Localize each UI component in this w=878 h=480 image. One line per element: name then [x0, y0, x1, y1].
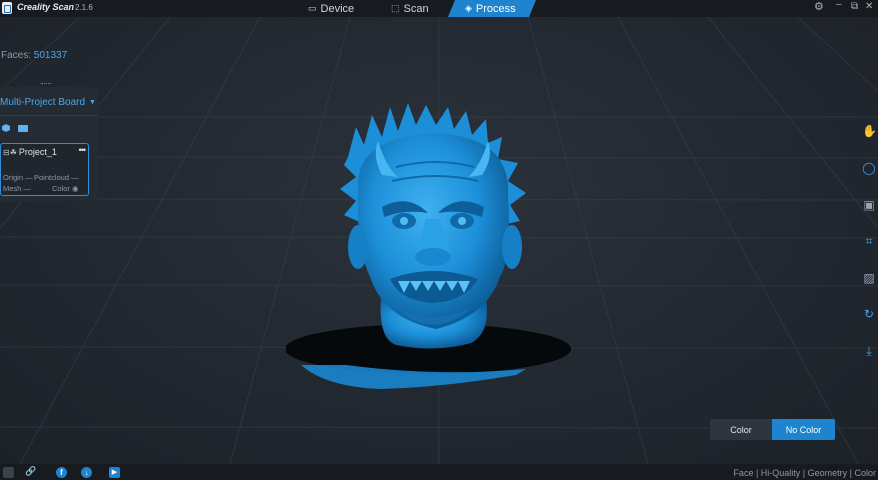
cube-icon[interactable] — [1, 123, 11, 133]
tab-process-label: Process — [475, 2, 516, 15]
faces-label: Faces: — [1, 50, 32, 61]
hand-select-icon[interactable]: ✋ — [862, 124, 877, 138]
tag-mesh[interactable]: Mesh — — [3, 184, 31, 193]
tag-pointcloud[interactable]: Pointcloud — — [34, 173, 79, 182]
maximize-icon[interactable]: ⧉ — [851, 1, 858, 12]
refresh-icon[interactable]: ↻ — [862, 307, 876, 321]
grid-line — [0, 17, 81, 93]
project-type-icon: ⊟☘ — [3, 147, 17, 157]
video-icon[interactable]: ▶ — [109, 467, 120, 478]
more-icon[interactable]: ••• — [79, 145, 87, 155]
scan-icon: ⬚ — [391, 3, 400, 13]
close-icon[interactable]: ✕ — [865, 1, 873, 12]
caret-down-icon: ▼ — [89, 98, 96, 106]
nostrils — [415, 248, 451, 266]
grid-line — [707, 17, 878, 229]
app-title: Creality Scan — [17, 2, 75, 12]
grid-line — [617, 17, 859, 464]
faces-count: Faces: 501337 — [1, 50, 67, 61]
device-icon: ▭ — [308, 3, 317, 13]
tag-origin[interactable]: Origin — — [3, 173, 33, 182]
link-icon[interactable]: 🔗 — [25, 466, 36, 477]
minimize-icon[interactable]: – — [836, 0, 842, 10]
scanned-mesh-model[interactable] — [286, 97, 596, 397]
export-icon[interactable]: ⤓ — [862, 344, 876, 358]
left-ear — [348, 225, 368, 269]
texture-icon[interactable]: ▣ — [862, 198, 876, 212]
faces-value: 501337 — [33, 50, 68, 61]
panel-toggle-icon[interactable] — [3, 467, 14, 478]
layers-icon: ◈ — [465, 3, 472, 13]
project-card[interactable]: ⊟☘ Project_1 ••• Origin — Pointcloud — M… — [0, 143, 89, 196]
multi-project-board: Multi-Project Board ▼ ⊟☘ Project_1 ••• O… — [0, 87, 98, 201]
image-icon[interactable]: ▨ — [862, 271, 876, 285]
title-bar: Creality Scan 2.1.6 ▭ Device ⬚ Scan ◈ Pr… — [0, 0, 878, 17]
grid-line — [0, 17, 171, 229]
lasso-icon[interactable]: ◯ — [862, 161, 876, 175]
app-logo-icon — [2, 2, 12, 14]
gear-icon[interactable]: ⚙ — [814, 0, 824, 13]
board-title: Multi-Project Board — [0, 96, 86, 108]
left-pupil — [400, 217, 408, 225]
3d-viewport[interactable]: Faces: 501337 Multi-Project Board ▼ ⊟☘ P… — [0, 17, 878, 464]
tab-scan[interactable]: ⬚ Scan — [391, 0, 429, 17]
board-dropdown[interactable]: Multi-Project Board ▼ — [0, 93, 98, 111]
project-title: ⊟☘ Project_1 — [3, 147, 57, 157]
tab-device[interactable]: ▭ Device — [308, 0, 354, 17]
folder-icon[interactable] — [18, 123, 28, 133]
no-color-button[interactable]: No Color — [772, 419, 835, 440]
render-mode-status: Face | Hi-Quality | Geometry | Color — [733, 468, 876, 478]
right-ear — [502, 225, 522, 269]
crop-icon[interactable]: ⌗ — [862, 234, 876, 248]
tab-device-label: Device — [320, 2, 355, 15]
color-button[interactable]: Color — [710, 419, 772, 440]
tab-scan-label: Scan — [403, 2, 429, 15]
divider — [0, 115, 98, 116]
project-name: Project_1 — [18, 147, 57, 157]
status-bar: 🔗 f ↓ ▶ Face | Hi-Quality | Geometry | C… — [0, 464, 878, 480]
board-drag-handle[interactable] — [41, 83, 51, 86]
tab-process[interactable]: ◈ Process — [448, 0, 536, 17]
facebook-icon[interactable]: f — [56, 467, 67, 478]
app-version: 2.1.6 — [75, 3, 93, 12]
tag-color[interactable]: Color ◉ — [52, 184, 79, 193]
right-pupil — [458, 217, 466, 225]
download-icon[interactable]: ↓ — [81, 467, 92, 478]
grid-line — [19, 17, 261, 464]
